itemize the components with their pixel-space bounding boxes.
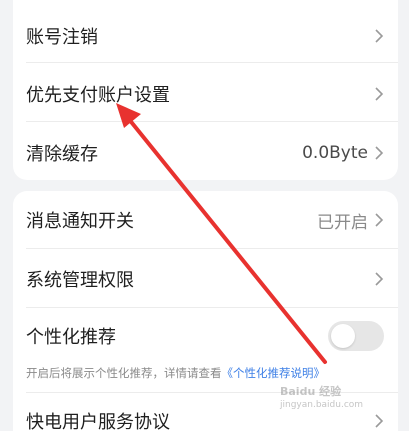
priority-payment-label: 优先支付账户设置	[26, 85, 170, 106]
personalized-recommend-label: 个性化推荐	[26, 327, 116, 348]
clear-cache-row[interactable]: 清除缓存 0.0Byte	[13, 133, 398, 173]
clear-cache-label: 清除缓存	[26, 144, 98, 165]
priority-payment-row[interactable]: 优先支付账户设置	[13, 74, 398, 114]
service-agreement-label: 快电用户服务协议	[26, 412, 170, 431]
divider	[26, 62, 398, 63]
personalized-recommend-toggle[interactable]	[328, 321, 384, 351]
personalized-explain-link[interactable]: 《个性化推荐说明》	[222, 366, 326, 380]
personalized-recommend-row: 个性化推荐	[13, 316, 398, 356]
divider	[26, 248, 398, 249]
personalized-hint: 开启后将展示个性化推荐，详情请查看《个性化推荐说明》	[26, 365, 388, 381]
chevron-right-icon	[375, 87, 384, 101]
chevron-right-icon	[375, 146, 384, 160]
cache-size-value: 0.0Byte	[302, 143, 368, 163]
account-cancel-label: 账号注销	[26, 27, 98, 48]
watermark-text: Baidu 经验	[280, 385, 342, 398]
system-permissions-row[interactable]: 系统管理权限	[13, 259, 398, 299]
watermark-sub: jingyan.baidu.com	[280, 400, 364, 410]
notification-switch-label: 消息通知开关	[26, 211, 134, 232]
toggle-knob	[331, 324, 355, 348]
chevron-right-icon	[375, 29, 384, 43]
chevron-right-icon	[375, 272, 384, 286]
notification-status-value: 已开启	[317, 212, 368, 233]
personalized-hint-text: 开启后将展示个性化推荐，详情请查看	[26, 366, 222, 380]
chevron-right-icon	[375, 213, 384, 227]
account-cancel-row[interactable]: 账号注销	[13, 16, 398, 56]
system-permissions-label: 系统管理权限	[26, 270, 134, 291]
settings-card-top: 账号注销 优先支付账户设置 清除缓存 0.0Byte	[13, 0, 398, 180]
divider	[26, 121, 398, 122]
divider	[26, 307, 398, 308]
chevron-right-icon	[375, 414, 384, 428]
watermark: Baidu 经验 jingyan.baidu.com	[280, 383, 363, 410]
notification-switch-row[interactable]: 消息通知开关 已开启	[13, 200, 398, 240]
